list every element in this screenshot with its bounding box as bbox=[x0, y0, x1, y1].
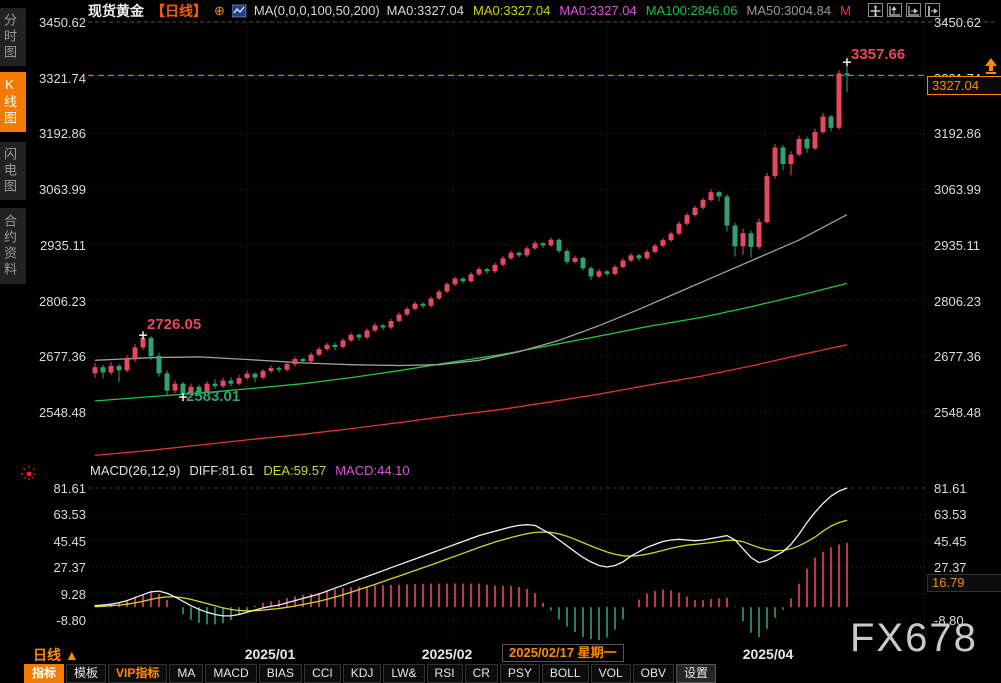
price-axis-right-7: 2548.48 bbox=[934, 405, 981, 420]
price-axis-left-1: 3321.74 bbox=[30, 71, 86, 86]
date-label-3: 2025/04 bbox=[743, 646, 794, 662]
ma-legend-value-0: MA0:3327.04 bbox=[387, 3, 464, 18]
ma-legend-value-2: MA0:3327.04 bbox=[559, 3, 636, 18]
indicator-toolbar: 指标模板VIP指标MAMACDBIASCCIKDJLW&RSICRPSYBOLL… bbox=[24, 664, 716, 683]
price-axis-right-4: 2935.11 bbox=[934, 238, 980, 253]
macd-axis-right-1: 63.53 bbox=[934, 507, 967, 522]
macd-axis-left-1: 63.53 bbox=[30, 507, 86, 522]
chart-type-sidebar: 分时图 K线图闪电图合约资料 bbox=[0, 0, 26, 683]
toolbar-button-1[interactable]: 模板 bbox=[66, 664, 106, 683]
price-axis-right-6: 2677.36 bbox=[934, 349, 981, 364]
macd-diff-value: DIFF:81.61 bbox=[189, 463, 254, 478]
sidebar-tab-3[interactable]: 合约资料 bbox=[0, 208, 26, 284]
trading-app-window: 分时图 K线图闪电图合约资料 现货黄金 【日线】 ⊕ MA(0,0,0,100,5… bbox=[0, 0, 1001, 683]
macd-macd-value: MACD:44.10 bbox=[335, 463, 409, 478]
macd-axis-left-4: 9.28 bbox=[30, 587, 86, 602]
toolbar-button-6[interactable]: CCI bbox=[304, 664, 341, 683]
price-axis-left-3: 3063.99 bbox=[30, 182, 86, 197]
macd-axis-left-2: 45.45 bbox=[30, 534, 86, 549]
ma-legend-value-3: MA100:2846.06 bbox=[646, 3, 738, 18]
price-axis-left-4: 2935.11 bbox=[30, 238, 86, 253]
ma-settings-label: MA(0,0,0,100,50,200) bbox=[254, 3, 380, 18]
toolbar-button-4[interactable]: MACD bbox=[205, 664, 256, 683]
toolbar-button-9[interactable]: RSI bbox=[427, 664, 463, 683]
toolbar-button-3[interactable]: MA bbox=[169, 664, 203, 683]
price-axis-right-5: 2806.23 bbox=[934, 294, 981, 309]
price-axis-left-6: 2677.36 bbox=[30, 349, 86, 364]
zoom-vertical-icon[interactable] bbox=[887, 3, 902, 17]
last-price-tag: 3327.04 bbox=[927, 76, 1001, 95]
price-axis-left-2: 3192.86 bbox=[30, 126, 86, 141]
symbol-name: 现货黄金 bbox=[88, 1, 144, 21]
toolbar-button-13[interactable]: VOL bbox=[591, 664, 631, 683]
annotation-swing-low: 2583.01 bbox=[186, 388, 240, 405]
price-up-arrow-icon bbox=[983, 58, 999, 76]
toolbar-button-5[interactable]: BIAS bbox=[259, 664, 302, 683]
sidebar-tab-0[interactable]: 分时图 bbox=[0, 8, 26, 66]
kline-chart-icon[interactable] bbox=[232, 4, 247, 18]
ma-legend-value-5: M bbox=[840, 3, 851, 18]
toolbar-button-12[interactable]: BOLL bbox=[542, 664, 589, 683]
chart-header: 现货黄金 【日线】 ⊕ MA(0,0,0,100,50,200) MA0:332… bbox=[88, 2, 851, 19]
toolbar-button-10[interactable]: CR bbox=[465, 664, 498, 683]
price-axis-left-5: 2806.23 bbox=[30, 294, 86, 309]
sidebar-tab-1[interactable]: K线图 bbox=[0, 72, 26, 132]
toolbar-button-8[interactable]: LW& bbox=[383, 664, 424, 683]
crosshair-date-tag: 2025/02/17 星期一 bbox=[502, 644, 624, 662]
macd-axis-right-2: 45.45 bbox=[934, 534, 967, 549]
brand-watermark: FX678 bbox=[850, 616, 978, 661]
price-axis-left-0: 3450.62 bbox=[30, 15, 86, 30]
zoom-horizontal-icon[interactable] bbox=[906, 3, 921, 17]
macd-axis-left-5: -8.80 bbox=[30, 613, 86, 628]
toolbar-button-2[interactable]: VIP指标 bbox=[108, 664, 167, 683]
toolbar-button-11[interactable]: PSY bbox=[500, 664, 540, 683]
ma-legend-value-4: MA50:3004.84 bbox=[746, 3, 831, 18]
date-label-0: 2025/01 bbox=[245, 646, 296, 662]
add-indicator-icon[interactable]: ⊕ bbox=[214, 3, 225, 19]
price-axis-right-0: 3450.62 bbox=[934, 15, 981, 30]
macd-formula: MACD(26,12,9) bbox=[90, 463, 180, 478]
alert-blink-icon[interactable] bbox=[19, 464, 39, 484]
macd-dea-value: DEA:59.57 bbox=[263, 463, 326, 478]
annotation-swing-high: 2726.05 bbox=[147, 316, 201, 333]
macd-value-tag: 16.79 bbox=[927, 574, 1001, 592]
macd-axis-left-3: 27.37 bbox=[30, 560, 86, 575]
price-axis-right-2: 3192.86 bbox=[934, 126, 981, 141]
toolbar-button-15[interactable]: 设置 bbox=[676, 664, 716, 683]
date-label-1: 2025/02 bbox=[422, 646, 473, 662]
toolbar-button-0[interactable]: 指标 bbox=[24, 664, 64, 683]
price-axis-left-7: 2548.48 bbox=[30, 405, 86, 420]
ma-legend-value-1: MA0:3327.04 bbox=[473, 3, 550, 18]
period-tag[interactable]: 【日线】 bbox=[151, 1, 207, 21]
pan-icon[interactable] bbox=[868, 3, 883, 17]
sidebar-tab-2[interactable]: 闪电图 bbox=[0, 142, 26, 200]
toolbar-button-14[interactable]: OBV bbox=[633, 664, 674, 683]
toolbar-button-7[interactable]: KDJ bbox=[343, 664, 382, 683]
annotation-latest-high: 3357.66 bbox=[851, 46, 905, 63]
macd-axis-right-0: 81.61 bbox=[934, 481, 967, 496]
macd-axis-right-3: 27.37 bbox=[934, 560, 967, 575]
period-selector[interactable]: 日线 ▲ bbox=[33, 645, 79, 665]
ma-values: MA0:3327.04 MA0:3327.04 MA0:3327.04 MA100:2… bbox=[387, 3, 851, 18]
price-axis-right-3: 3063.99 bbox=[934, 182, 981, 197]
chart-canvas[interactable] bbox=[0, 0, 1001, 683]
macd-legend: MACD(26,12,9) DIFF:81.61 DEA:59.57 MACD:… bbox=[90, 463, 410, 478]
